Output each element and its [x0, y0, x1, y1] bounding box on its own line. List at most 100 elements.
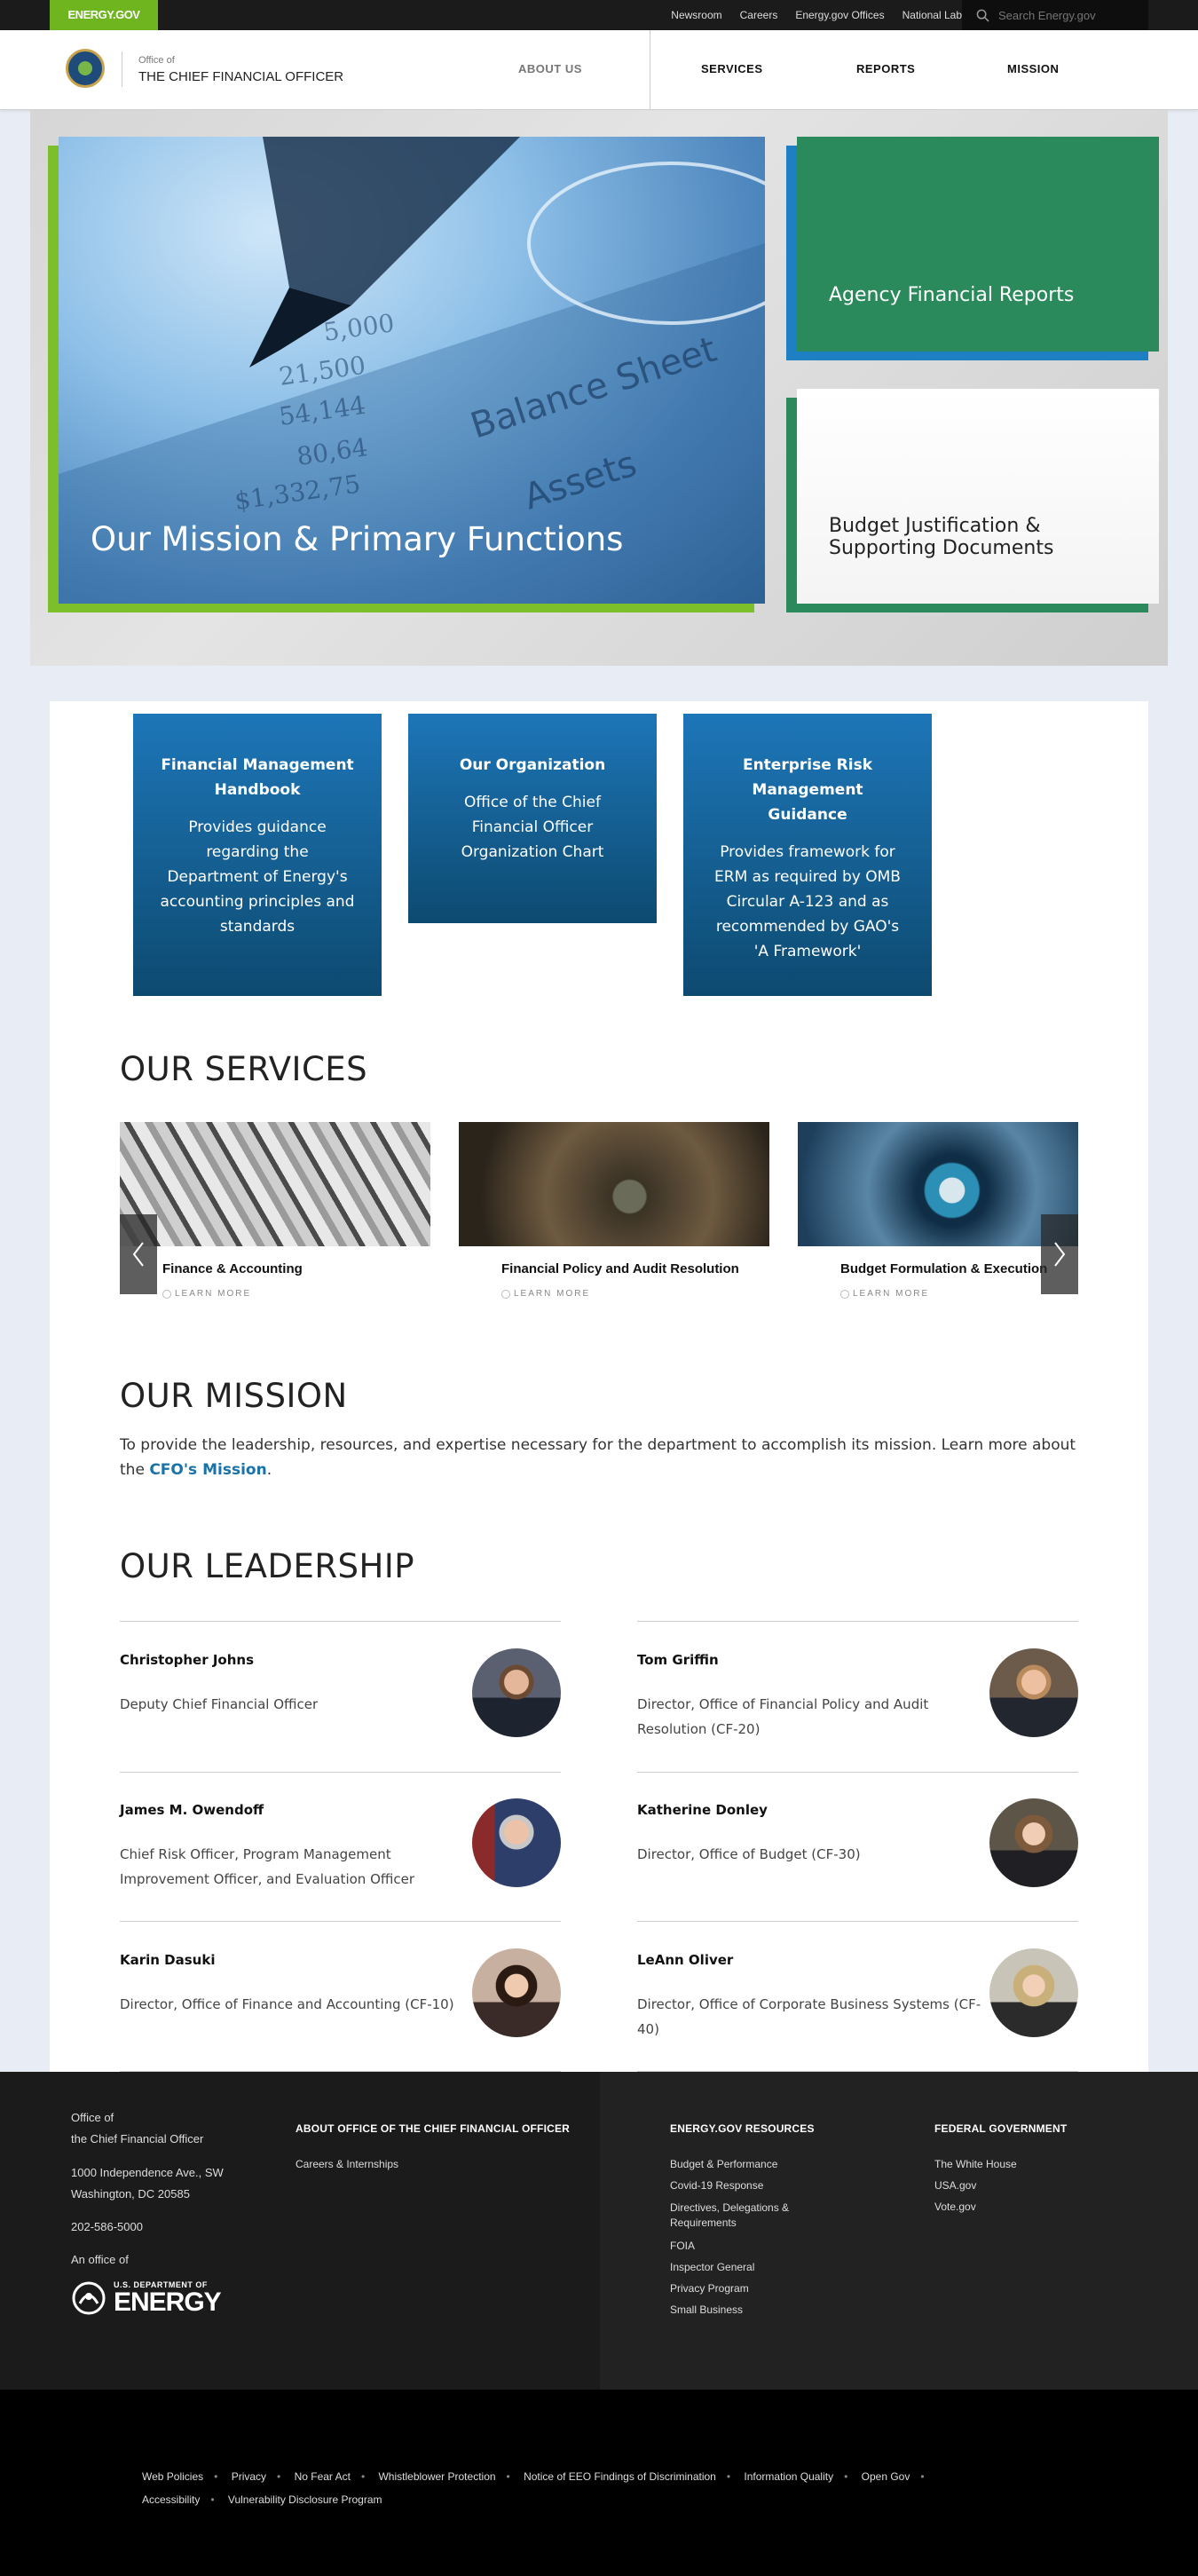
service-title[interactable]: Financial Policy and Audit Resolution: [501, 1260, 769, 1278]
footer-link[interactable]: Inspector General: [670, 2261, 830, 2273]
footer-link-white-house[interactable]: The White House: [934, 2158, 1017, 2170]
footer-link-usa-gov[interactable]: USA.gov: [934, 2179, 1017, 2192]
quick-card-title: Our Organization: [459, 756, 606, 774]
quick-card-title: Financial Management Handbook: [161, 756, 354, 799]
service-card-budget[interactable]: Budget Formulation & Execution LEARN MOR…: [798, 1122, 1078, 1317]
doe-seal-logo[interactable]: [66, 49, 105, 88]
carousel-prev-button[interactable]: [120, 1214, 157, 1294]
leader-title: Chief Risk Officer, Program Management I…: [120, 1846, 415, 1887]
learn-more-link[interactable]: LEARN MORE: [501, 1289, 769, 1299]
service-card-body: Financial Policy and Audit Resolution LE…: [489, 1246, 769, 1317]
bottom-link[interactable]: Vulnerability Disclosure Program: [228, 2493, 382, 2506]
divider: [120, 1921, 561, 1922]
bottom-link[interactable]: No Fear Act: [295, 2470, 351, 2483]
footer-link-careers[interactable]: Careers & Internships: [296, 2158, 398, 2170]
quick-card-erm[interactable]: Enterprise Risk Management Guidance Prov…: [683, 714, 932, 996]
avatar-karin-dasuki[interactable]: [472, 1948, 561, 2037]
nav-mission[interactable]: MISSION: [1007, 62, 1059, 75]
avatar-katherine-donley[interactable]: [989, 1798, 1078, 1887]
footer-link[interactable]: FOIA: [670, 2240, 830, 2252]
service-card-policy[interactable]: Financial Policy and Audit Resolution LE…: [459, 1122, 769, 1317]
footer-address1: 1000 Independence Ave., SW: [71, 2166, 224, 2179]
budget-justification-card[interactable]: [797, 389, 1159, 604]
footer-office-line1: Office of: [71, 2111, 114, 2124]
footer-federal-list: The White House USA.gov Vote.gov: [934, 2158, 1017, 2222]
divider: [637, 1921, 1078, 1922]
careers-link[interactable]: Careers: [740, 9, 778, 21]
service-card-body: Finance & Accounting LEARN MORE: [150, 1246, 430, 1317]
bottom-links: Web Policies • Privacy • No Fear Act • Whis…: [142, 2470, 925, 2506]
nav-reports[interactable]: REPORTS: [856, 62, 915, 75]
energy-gov-logo[interactable]: ENERGY.GOV: [50, 0, 158, 30]
nav-services[interactable]: SERVICES: [701, 62, 763, 75]
quick-card-text: Provides guidance regarding the Departme…: [160, 818, 355, 936]
cfo-mission-link[interactable]: CFO's Mission: [149, 1461, 266, 1479]
newsroom-link[interactable]: Newsroom: [671, 9, 721, 21]
circle-icon: [162, 1289, 171, 1299]
leader-name[interactable]: LeAnn Oliver: [637, 1952, 733, 1968]
quick-card-organization[interactable]: Our Organization Office of the Chief Fin…: [408, 714, 657, 923]
service-card-finance[interactable]: Finance & Accounting LEARN MORE: [120, 1122, 430, 1317]
bottom-link[interactable]: Open Gov: [862, 2470, 910, 2483]
quick-card-text: Office of the Chief Financial Officer Or…: [461, 794, 604, 861]
carousel-next-button[interactable]: [1041, 1214, 1078, 1294]
budget-justification-label[interactable]: Budget Justification & Supporting Docume…: [829, 515, 1131, 559]
leader-title: Director, Office of Finance and Accounti…: [120, 1996, 454, 2012]
money-image: [120, 1122, 430, 1246]
doe-footer-logo[interactable]: U.S. DEPARTMENT OF ENERGY: [71, 2280, 222, 2317]
compass-image: [798, 1122, 1078, 1246]
quick-card-title: Enterprise Risk Management Guidance: [742, 756, 873, 824]
agency-financial-reports-card[interactable]: [797, 137, 1159, 352]
bottom-link[interactable]: Web Policies: [142, 2470, 203, 2483]
footer-resources-heading: ENERGY.GOV RESOURCES: [670, 2122, 815, 2135]
divider: [637, 1621, 1078, 1622]
footer-link[interactable]: Directives, Delegations & Requirements: [670, 2201, 830, 2231]
leader-name[interactable]: James M. Owendoff: [120, 1802, 264, 1818]
footer-address2: Washington, DC 20585: [71, 2187, 190, 2201]
leader-title: Director, Office of Financial Policy and…: [637, 1696, 929, 1737]
bottom-link[interactable]: Information Quality: [744, 2470, 833, 2483]
leader-title: Director, Office of Corporate Business S…: [637, 1996, 981, 2037]
bottom-link[interactable]: Accessibility: [142, 2493, 200, 2506]
leader-name[interactable]: Karin Dasuki: [120, 1952, 215, 1968]
nav-about-us[interactable]: ABOUT US: [518, 62, 582, 75]
avatar-leann-oliver[interactable]: [989, 1948, 1078, 2037]
avatar-james-owendoff[interactable]: [472, 1798, 561, 1887]
footer-link[interactable]: Privacy Program: [670, 2282, 830, 2295]
office-name[interactable]: THE CHIEF FINANCIAL OFFICER: [138, 69, 343, 84]
search-icon[interactable]: [976, 9, 989, 22]
avatar-tom-griffin[interactable]: [989, 1648, 1078, 1737]
hero-title[interactable]: Our Mission & Primary Functions: [91, 520, 623, 558]
quick-card-handbook[interactable]: Financial Management Handbook Provides g…: [133, 714, 382, 996]
footer-link[interactable]: Budget & Performance: [670, 2158, 830, 2170]
magnifier-image: [459, 1122, 769, 1246]
site-header: Office of THE CHIEF FINANCIAL OFFICER AB…: [0, 30, 1198, 110]
doe-logo-icon: [72, 2281, 106, 2315]
service-title[interactable]: Finance & Accounting: [162, 1260, 430, 1278]
leader-name[interactable]: Christopher Johns: [120, 1652, 254, 1668]
chevron-left-icon: [132, 1242, 144, 1267]
footer-link[interactable]: Covid-19 Response: [670, 2179, 830, 2192]
services-heading: OUR SERVICES: [120, 1050, 368, 1088]
agency-financial-reports-label[interactable]: Agency Financial Reports: [829, 284, 1074, 306]
bottom-link[interactable]: Privacy: [232, 2470, 266, 2483]
divider: [637, 1772, 1078, 1773]
footer-phone[interactable]: 202-586-5000: [71, 2217, 143, 2237]
offices-link[interactable]: Energy.gov Offices: [795, 9, 884, 21]
bottom-link[interactable]: Whistleblower Protection: [378, 2470, 495, 2483]
search-input[interactable]: [998, 8, 1140, 22]
bottom-link[interactable]: Notice of EEO Findings of Discrimination: [524, 2470, 716, 2483]
circle-icon: [501, 1289, 510, 1299]
national-labs-link[interactable]: National Labs: [902, 9, 967, 21]
doe-logo-big: ENERGY: [114, 2288, 222, 2317]
leader-name[interactable]: Tom Griffin: [637, 1652, 719, 1668]
footer-link[interactable]: Small Business: [670, 2303, 830, 2316]
leader-title: Deputy Chief Financial Officer: [120, 1696, 319, 1712]
leader-name[interactable]: Katherine Donley: [637, 1802, 768, 1818]
utility-links: Newsroom Careers Energy.gov Offices Nati…: [671, 0, 967, 30]
learn-more-link[interactable]: LEARN MORE: [162, 1289, 430, 1299]
mission-text: To provide the leadership, resources, an…: [120, 1436, 1076, 1479]
footer-about-heading: ABOUT OFFICE OF THE CHIEF FINANCIAL OFFI…: [296, 2122, 571, 2135]
avatar-christopher-johns[interactable]: [472, 1648, 561, 1737]
footer-link-vote-gov[interactable]: Vote.gov: [934, 2201, 1017, 2213]
